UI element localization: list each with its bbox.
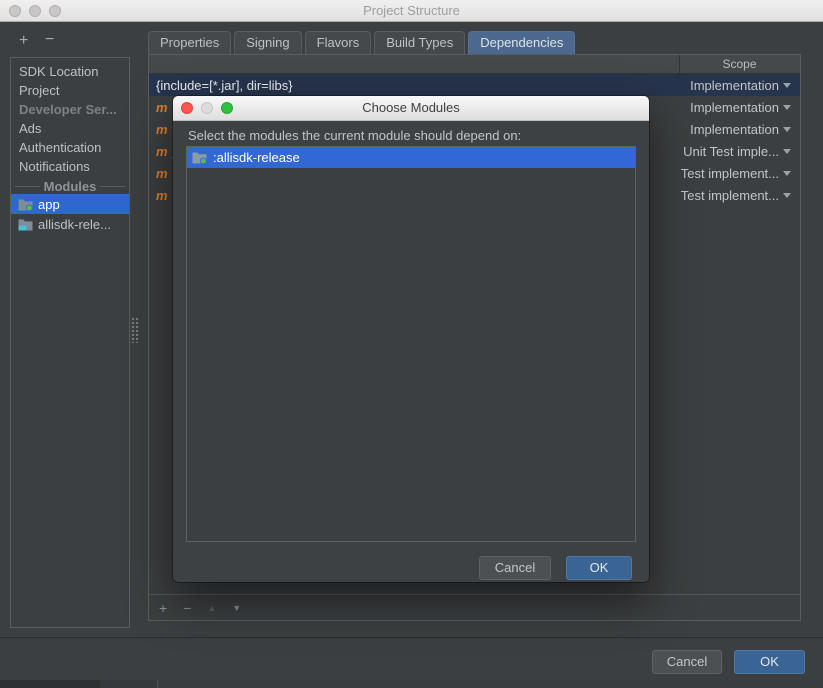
dialog-prompt: Select the modules the current module sh… xyxy=(188,128,521,143)
zoom-window-icon[interactable] xyxy=(49,5,61,17)
close-window-icon[interactable] xyxy=(9,5,21,17)
cancel-button[interactable]: Cancel xyxy=(652,650,722,674)
window-bottom-edge xyxy=(0,680,823,688)
modules-section-header: Modules xyxy=(11,178,129,194)
modules-list: :allisdk-release xyxy=(186,146,636,542)
table-row[interactable]: {include=[*.jar], dir=libs} Implementati… xyxy=(149,74,800,96)
scope-dropdown[interactable]: Implementation xyxy=(677,100,800,115)
scope-dropdown[interactable]: Unit Test imple... xyxy=(677,144,800,159)
library-folder-icon xyxy=(18,218,33,231)
minimize-window-icon[interactable] xyxy=(29,5,41,17)
sidebar-item-ads[interactable]: Ads xyxy=(11,119,129,138)
move-down-button[interactable]: ▼ xyxy=(232,601,241,615)
dialog-title: Choose Modules xyxy=(173,96,649,120)
dialog-cancel-button[interactable]: Cancel xyxy=(479,556,551,580)
scope-value: Implementation xyxy=(690,122,779,137)
list-item-label: :allisdk-release xyxy=(213,150,300,165)
dialog-zoom-icon[interactable] xyxy=(221,102,233,114)
chevron-down-icon xyxy=(783,193,791,198)
scope-dropdown[interactable]: Implementation xyxy=(677,122,800,137)
dependency-name: {include=[*.jar], dir=libs} xyxy=(149,78,677,93)
footer-divider xyxy=(0,637,823,638)
scope-value: Implementation xyxy=(690,100,779,115)
sidebar-item-sdk-location[interactable]: SDK Location xyxy=(11,62,129,81)
scope-value: Test implement... xyxy=(681,166,779,181)
move-up-button[interactable]: ▲ xyxy=(207,601,216,615)
module-label: allisdk-rele... xyxy=(38,217,111,232)
window-titlebar: Project Structure xyxy=(0,0,823,22)
sidebar-item-project[interactable]: Project xyxy=(11,81,129,100)
tab-flavors[interactable]: Flavors xyxy=(305,31,372,55)
sidebar-item-developer-services[interactable]: Developer Ser... xyxy=(11,100,129,119)
module-folder-icon xyxy=(18,198,33,211)
window-title: Project Structure xyxy=(0,0,823,21)
maven-library-icon: m xyxy=(156,166,168,181)
table-header: Scope xyxy=(149,55,800,74)
maven-library-icon: m xyxy=(156,100,168,115)
dialog-body: Select the modules the current module sh… xyxy=(173,121,649,582)
dialog-close-icon[interactable] xyxy=(181,102,193,114)
scope-value: Test implement... xyxy=(681,188,779,203)
choose-modules-dialog: Choose Modules Select the modules the cu… xyxy=(173,96,649,582)
tab-properties[interactable]: Properties xyxy=(148,31,231,55)
list-item-allisdk-release[interactable]: :allisdk-release xyxy=(187,147,635,168)
sidebar: SDK Location Project Developer Ser... Ad… xyxy=(10,57,130,628)
maven-library-icon: m xyxy=(156,122,168,137)
chevron-down-icon xyxy=(783,149,791,154)
maven-library-icon: m xyxy=(156,144,168,159)
maven-library-icon: m xyxy=(156,188,168,203)
scope-dropdown[interactable]: Test implement... xyxy=(677,166,800,181)
dialog-titlebar: Choose Modules xyxy=(173,96,649,121)
sidebar-module-app[interactable]: app xyxy=(11,194,129,214)
ok-button[interactable]: OK xyxy=(734,650,805,674)
table-toolbar: + − ▲ ▼ xyxy=(149,594,800,621)
module-label: app xyxy=(38,197,60,212)
sidebar-item-notifications[interactable]: Notifications xyxy=(11,157,129,176)
chevron-down-icon xyxy=(783,171,791,176)
sidebar-module-allisdk[interactable]: allisdk-rele... xyxy=(11,214,129,234)
chevron-down-icon xyxy=(783,83,791,88)
tab-build-types[interactable]: Build Types xyxy=(374,31,465,55)
modules-section-label: Modules xyxy=(44,179,97,194)
scope-value: Implementation xyxy=(690,78,779,93)
sidebar-item-authentication[interactable]: Authentication xyxy=(11,138,129,157)
add-dependency-button[interactable]: + xyxy=(159,601,167,615)
chevron-down-icon xyxy=(783,105,791,110)
dialog-ok-button[interactable]: OK xyxy=(566,556,632,580)
scope-value: Unit Test imple... xyxy=(683,144,779,159)
tab-signing[interactable]: Signing xyxy=(234,31,301,55)
dialog-minimize-icon[interactable] xyxy=(201,102,213,114)
sidebar-splitter-handle[interactable] xyxy=(131,317,139,343)
remove-dependency-button[interactable]: − xyxy=(183,601,191,615)
remove-module-button[interactable]: − xyxy=(45,32,54,48)
chevron-down-icon xyxy=(783,127,791,132)
add-module-button[interactable]: + xyxy=(19,33,28,49)
scope-dropdown[interactable]: Implementation xyxy=(677,78,800,93)
scope-dropdown[interactable]: Test implement... xyxy=(677,188,800,203)
module-tabs: Properties Signing Flavors Build Types D… xyxy=(148,31,575,55)
tab-dependencies[interactable]: Dependencies xyxy=(468,31,575,55)
scope-column-header: Scope xyxy=(679,55,800,74)
module-folder-icon xyxy=(192,151,207,164)
